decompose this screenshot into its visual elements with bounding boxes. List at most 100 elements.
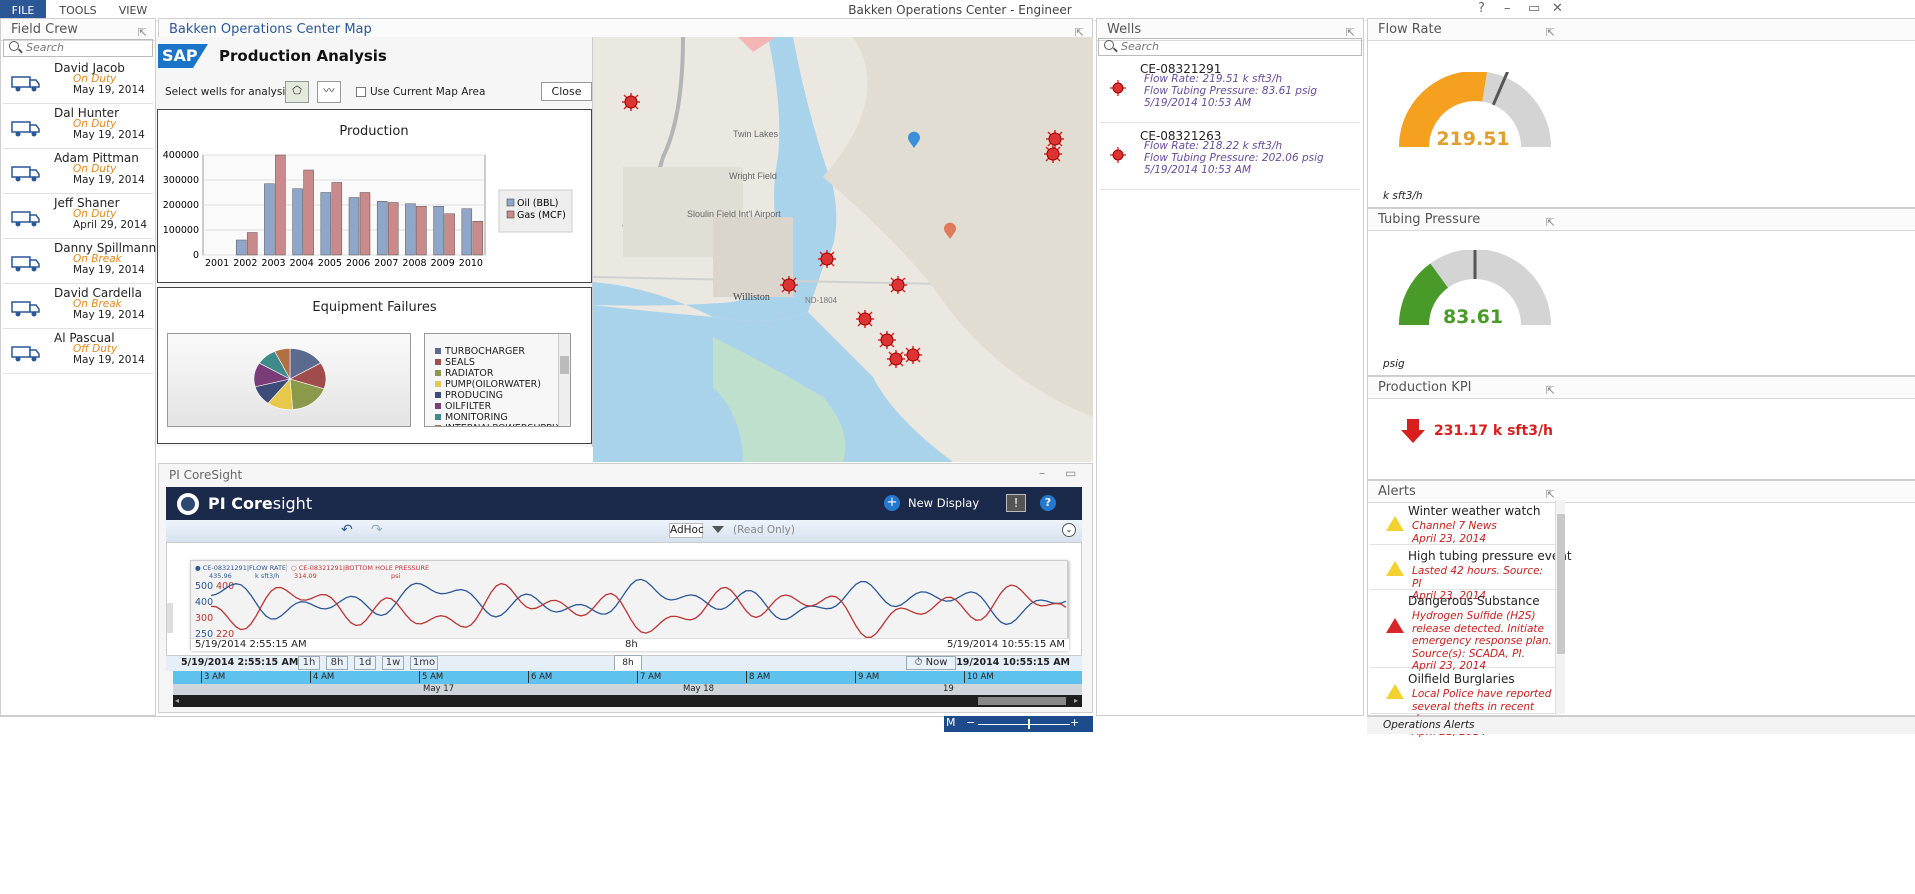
alert-item[interactable]: Oilfield Burglaries Local Police have rep… [1370, 668, 1555, 738]
hour-timeline[interactable]: 3 AM 4 AM 5 AM 6 AM 7 AM 8 AM 9 AM 10 AM [173, 671, 1082, 684]
well-marker-icon [1110, 80, 1126, 96]
bar-oil[interactable] [461, 208, 473, 256]
duration-tab[interactable]: 8h [614, 655, 642, 670]
bar-oil[interactable] [376, 201, 388, 256]
redo-icon[interactable]: ↷ [371, 522, 383, 538]
alert-item[interactable]: Winter weather watch Channel 7 News April… [1370, 500, 1555, 545]
bar-gas[interactable] [303, 169, 314, 256]
failure-legend-label: PRODUCING [445, 390, 503, 401]
alert-item[interactable]: Dangerous Substance Hydrogen Sulfide (H2S… [1370, 590, 1555, 672]
pi-help-button[interactable]: ? [1040, 495, 1056, 511]
well-marker-icon[interactable] [856, 310, 874, 328]
alerts-footer-tab[interactable]: Operations Alerts [1367, 716, 1915, 734]
bar-gas[interactable] [416, 206, 427, 256]
well-marker-icon[interactable] [904, 346, 922, 364]
bar-oil[interactable] [405, 203, 416, 256]
scroll-left-icon[interactable]: ◂ [175, 697, 179, 705]
zoom-out-button[interactable]: − [966, 716, 975, 729]
info-button[interactable]: ! [1006, 494, 1026, 512]
minimize-button[interactable]: – [1504, 1, 1511, 16]
bar-oil[interactable] [348, 197, 360, 256]
pin-icon[interactable]: ⇱ [1546, 380, 1555, 402]
zoom-slider-track[interactable] [978, 724, 1070, 725]
pressure-trace[interactable] [211, 582, 1066, 638]
help-button[interactable]: ? [1478, 1, 1485, 16]
alerts-scrollbar[interactable] [1555, 500, 1565, 714]
range-button-1w[interactable]: 1w [382, 656, 404, 670]
legend-scrollbar[interactable] [558, 334, 570, 426]
zoom-in-button[interactable]: + [1070, 716, 1079, 729]
close-window-button[interactable]: ✕ [1552, 1, 1563, 16]
crew-list-item[interactable]: Dal Hunter On Duty May 19, 2014 [3, 104, 153, 149]
scroll-right-icon[interactable]: ▸ [1074, 697, 1078, 705]
well-marker-icon[interactable] [887, 350, 905, 368]
truck-icon [11, 343, 41, 365]
new-display-button[interactable]: New Display [908, 496, 979, 510]
bar-oil[interactable] [264, 183, 275, 256]
select-freehand-button[interactable]: 〰 [317, 81, 341, 103]
pin-icon[interactable]: ⇱ [1546, 212, 1555, 234]
collapse-toolbar-icon[interactable]: ⌄ [1062, 523, 1076, 537]
now-button[interactable]: ⏱ Now [906, 656, 956, 670]
alert-triangle-icon [1386, 561, 1404, 576]
wells-search-input[interactable]: Search [1098, 38, 1362, 56]
range-end-time[interactable]: 5/19/2014 10:55:15 AM [946, 657, 1070, 668]
crew-list-item[interactable]: Danny Spillmann On Break May 19, 2014 [3, 239, 156, 284]
bar-gas[interactable] [387, 202, 399, 256]
bar-gas[interactable] [246, 232, 258, 256]
range-start-time[interactable]: 5/19/2014 2:55:15 AM [181, 657, 298, 668]
day-timeline[interactable]: May 17 May 18 19 [173, 684, 1082, 695]
new-display-icon[interactable]: + [884, 495, 900, 511]
close-analysis-button[interactable]: Close [541, 82, 592, 101]
crew-list-item[interactable]: David Cardella On Break May 19, 2014 [3, 284, 153, 329]
bar-gas[interactable] [359, 192, 371, 256]
display-name[interactable]: AdHoc [669, 523, 704, 538]
crew-search-input[interactable]: Search [3, 39, 153, 57]
well-marker-icon[interactable] [780, 276, 798, 294]
range-button-1d[interactable]: 1d [354, 656, 376, 670]
well-marker-icon[interactable] [878, 331, 896, 349]
trend-side-handle[interactable] [167, 603, 173, 633]
map-view[interactable]: Williston Sloulin Field Int'l Airport Tw… [593, 37, 1093, 462]
use-map-area-checkbox[interactable] [356, 87, 366, 97]
timeline-scrollbar[interactable]: ◂ ▸ [173, 695, 1082, 707]
flow-rate-trace[interactable] [211, 579, 1066, 626]
well-list-item[interactable]: CE-08321291 Flow Rate: 219.51 k sft3/h Flo… [1100, 58, 1360, 123]
crew-list-item[interactable]: David Jacob On Duty May 19, 2014 [3, 59, 153, 104]
bar-oil[interactable] [235, 239, 247, 256]
well-marker-icon[interactable] [622, 93, 640, 111]
well-marker-icon[interactable] [1044, 145, 1062, 163]
range-button-1mo[interactable]: 1mo [410, 656, 438, 670]
display-dropdown-icon[interactable] [712, 526, 724, 533]
bar-oil[interactable] [433, 206, 444, 256]
well-marker-icon [1110, 147, 1126, 163]
select-polygon-button[interactable]: ⬠ [285, 81, 309, 103]
well-marker-icon[interactable] [889, 276, 907, 294]
pin-icon[interactable]: ⇱ [1546, 22, 1555, 44]
well-list-item[interactable]: CE-08321263 Flow Rate: 218.22 k sft3/h Flo… [1100, 125, 1360, 190]
bar-gas[interactable] [331, 182, 343, 256]
range-button-1h[interactable]: 1h [298, 656, 320, 670]
range-button-8h[interactable]: 8h [326, 656, 348, 670]
restore-button[interactable]: ▭ [1528, 1, 1540, 16]
bar-oil[interactable] [320, 192, 332, 256]
undo-icon[interactable]: ↶ [341, 522, 353, 538]
pi-minimize-icon[interactable]: – [1039, 466, 1045, 480]
bar-gas[interactable] [444, 213, 455, 256]
crew-list-item[interactable]: Al Pascual Off Duty May 19, 2014 [3, 329, 153, 374]
bar-gas[interactable] [472, 221, 484, 256]
trend-plot[interactable]: ● CE-08321291|FLOW RATE 435.96 k sft3/h … [190, 560, 1069, 651]
crew-list-item[interactable]: Adam Pittman On Duty May 19, 2014 [3, 149, 153, 194]
bar-oil[interactable] [292, 188, 303, 256]
well-marker-icon[interactable] [818, 250, 836, 268]
map-canvas[interactable]: Williston Sloulin Field Int'l Airport Tw… [593, 37, 1093, 462]
crew-list-item[interactable]: Jeff Shaner On Duty April 29, 2014 [3, 194, 153, 239]
truck-icon [11, 208, 41, 230]
timeline-thumb[interactable] [978, 697, 1066, 705]
alert-item[interactable]: High tubing pressure event Lasted 42 hour… [1370, 545, 1572, 602]
pi-maximize-icon[interactable]: ▭ [1065, 466, 1076, 480]
zoom-slider-thumb[interactable] [1028, 719, 1030, 729]
bar-gas[interactable] [275, 154, 286, 256]
map-pin-icon[interactable] [906, 131, 922, 149]
map-pin-icon[interactable] [942, 222, 958, 240]
